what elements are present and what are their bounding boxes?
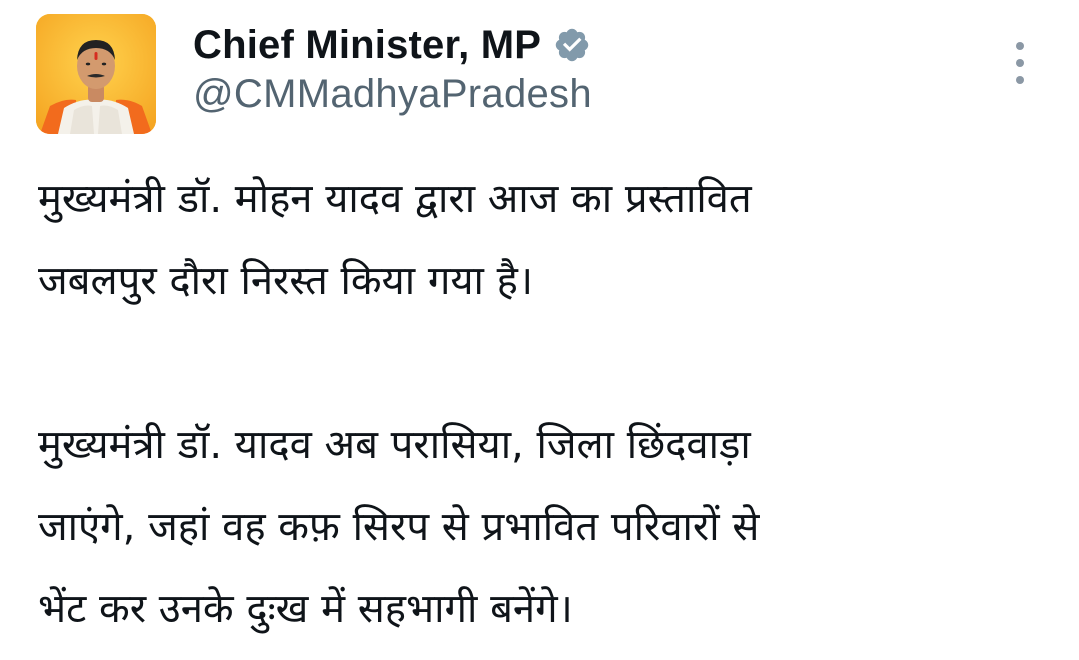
tweet-line: मुख्यमंत्री डॉ. यादव अब परासिया, जिला छि… <box>38 422 751 468</box>
avatar[interactable] <box>36 14 156 134</box>
tweet-card: Chief Minister, MP @CMMadhyaPradesh मुख्… <box>0 0 1079 660</box>
author-name-row: Chief Minister, MP <box>193 18 591 72</box>
more-vertical-icon-dot <box>1016 42 1024 50</box>
more-vertical-icon-dot <box>1016 59 1024 67</box>
tweet-line: जाएंगे, जहां वह कफ़ सिरप से प्रभावित परि… <box>38 504 760 550</box>
verified-badge-icon <box>553 26 591 64</box>
more-options-button[interactable] <box>1004 38 1036 88</box>
author-display-name[interactable]: Chief Minister, MP <box>193 23 541 68</box>
tweet-line: मुख्यमंत्री डॉ. मोहन यादव द्वारा आज का प… <box>38 176 752 222</box>
tweet-text: मुख्यमंत्री डॉ. मोहन यादव द्वारा आज का प… <box>38 158 1048 650</box>
more-vertical-icon-dot <box>1016 76 1024 84</box>
author-handle[interactable]: @CMMadhyaPradesh <box>193 72 592 117</box>
tweet-line: भेंट कर उनके दुःख में सहभागी बनेंगे। <box>38 586 573 632</box>
profile-photo <box>36 14 156 134</box>
tweet-line: जबलपुर दौरा निरस्त किया गया है। <box>38 258 534 304</box>
